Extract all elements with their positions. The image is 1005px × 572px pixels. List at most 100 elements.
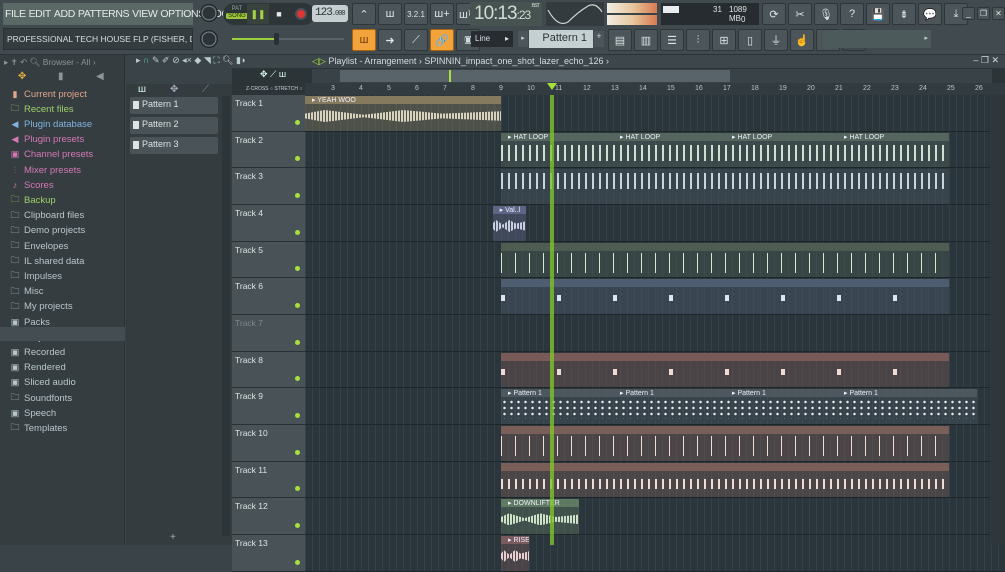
playlist-clip[interactable]: ▸ Pattern 1 xyxy=(725,389,837,425)
playlist-clip[interactable] xyxy=(501,242,949,278)
browser-files-icon[interactable]: ▮ xyxy=(58,71,64,82)
playlist-clip[interactable]: ▸ Pattern 1 xyxy=(837,389,977,425)
pattern-picker-icon[interactable]: ш xyxy=(138,84,146,95)
playlist-clip[interactable]: ▸ Pattern 1 xyxy=(501,389,613,425)
record-audio-button[interactable]: 🎙 xyxy=(814,3,838,25)
clip-header[interactable]: ▸ Val..l xyxy=(492,206,527,214)
track-mute-led[interactable] xyxy=(295,523,300,529)
track-mute-led[interactable] xyxy=(295,303,300,308)
track-header[interactable]: Track 1 xyxy=(232,95,305,132)
pattern-item[interactable]: Pattern 1 xyxy=(130,97,218,114)
track-lane[interactable]: ▸ Pattern 1 ▸ Pattern 1 ▸ Pattern 1 ▸ Patte… xyxy=(305,388,1005,426)
browser-item[interactable]: 🗀 My projects xyxy=(10,300,72,314)
metronome-button[interactable]: ⌃ xyxy=(352,3,376,25)
tempo-field[interactable]: 123.000 xyxy=(312,5,348,22)
plugin-manager-button[interactable]: ⏚ xyxy=(764,29,788,51)
playlist-clip[interactable]: ▸ YEAH WOO xyxy=(305,96,501,131)
add-pattern-button[interactable]: + xyxy=(594,31,604,47)
menu-file[interactable]: FILE xyxy=(5,8,26,20)
pattern-picker-audio-icon[interactable]: ✥ xyxy=(170,84,178,95)
piano-roll-button[interactable]: ▥ xyxy=(634,29,658,51)
timeline-ruler[interactable]: 3 4 5 6 7 8 9 10 11 12 13 14 15 16 17 18 19 20 21 22 23 24 25 2… xyxy=(305,83,1005,95)
track-mute-led[interactable] xyxy=(295,486,300,492)
clip-header[interactable]: ▸ HAT LOOP xyxy=(501,132,613,141)
track-mute-led[interactable] xyxy=(295,376,300,382)
slide-button[interactable]: ⟋ xyxy=(404,29,428,51)
clip-header[interactable] xyxy=(501,462,949,471)
playlist-clip[interactable] xyxy=(501,279,949,314)
pattern-item[interactable]: Pattern 2 xyxy=(130,117,218,134)
menu-options[interactable]: OPTIONS xyxy=(160,8,205,20)
track-header[interactable]: Track 13 xyxy=(232,535,305,572)
track-lane[interactable] xyxy=(305,315,1005,352)
channel-rack-button[interactable]: ☰ xyxy=(660,29,684,51)
browser-item[interactable]: 🗀 Clipboard files xyxy=(10,209,84,223)
track-mute-led[interactable] xyxy=(295,559,300,565)
browser-item[interactable]: ▣ Channel presets xyxy=(10,148,93,162)
clip-header[interactable]: ▸ Pattern 1 xyxy=(613,389,725,398)
step-edit-button[interactable]: ➜ xyxy=(378,29,402,51)
menu-add[interactable]: ADD xyxy=(54,8,75,20)
clip-header[interactable]: ▸ RISER xyxy=(501,536,529,545)
browser-item[interactable]: ▣ Speech xyxy=(10,406,57,420)
playlist-clip[interactable]: ▸ Pattern 1 xyxy=(613,389,725,425)
track-mute-led[interactable] xyxy=(295,229,300,235)
pattern-tool-icon[interactable]: ✥ ⟋ ш xyxy=(260,69,286,80)
playhead-marker[interactable] xyxy=(547,83,557,90)
touch-controller-button[interactable]: ☝ xyxy=(790,29,814,51)
save-button[interactable]: 💾 xyxy=(866,3,890,25)
link-button[interactable]: 🔗 xyxy=(430,29,454,51)
track-lane[interactable]: ▸ DOWNLIFTER xyxy=(305,498,1005,536)
playlist-window-controls[interactable]: ‒ ❐ ✕ xyxy=(973,55,999,66)
clip-header[interactable] xyxy=(501,352,949,361)
playlist-clip[interactable] xyxy=(501,462,949,498)
track-mute-led[interactable] xyxy=(295,156,300,162)
track-header[interactable]: Track 5 xyxy=(232,241,305,279)
track-lane[interactable] xyxy=(305,168,1005,205)
pattern-item[interactable]: Pattern 3 xyxy=(130,137,218,154)
playlist-clip[interactable]: ▸ DOWNLIFTER xyxy=(501,499,580,535)
mixer-button[interactable]: ⫶ xyxy=(686,29,710,51)
browser-item[interactable]: 🗀 Templates xyxy=(10,421,67,435)
track-lane[interactable] xyxy=(305,241,1005,279)
clip-header[interactable]: ▸ Pattern 1 xyxy=(725,389,837,398)
browser-item[interactable]: 🗀 Demo projects xyxy=(10,224,85,238)
playlist-tools[interactable]: ▸ ∩ ✎ ✐ ⊘ ◂× ◆ ◥ ⛶ 🔍︎ ▮◗ xyxy=(136,55,246,66)
browser-plugins-icon[interactable]: ◀ xyxy=(96,71,104,82)
menu-edit[interactable]: EDIT xyxy=(29,8,52,20)
browser-item[interactable]: 🗀 Recent files xyxy=(10,102,73,116)
track-header[interactable]: Track 10 xyxy=(232,425,305,462)
browser-item[interactable]: 🗀 IL shared data xyxy=(10,254,84,268)
track-mute-led[interactable] xyxy=(295,192,300,198)
playlist-clip[interactable]: ▸ RISER xyxy=(501,536,529,571)
project-info-button[interactable]: ▯ xyxy=(738,29,762,51)
browser-button[interactable]: ⊞ xyxy=(712,29,736,51)
help-button[interactable]: ? xyxy=(840,3,864,25)
playlist-clip[interactable]: ▸ HAT LOOP xyxy=(837,132,949,168)
blend-notes-button[interactable]: ш+ xyxy=(430,3,454,25)
playhead[interactable] xyxy=(550,95,554,545)
pattern-selector[interactable]: Pattern 1 xyxy=(529,30,593,48)
track-header[interactable]: Track 7 xyxy=(232,315,305,352)
track-mute-led[interactable] xyxy=(295,449,300,455)
record-button[interactable] xyxy=(290,4,312,24)
track-lane[interactable]: ▸ YEAH WOO xyxy=(305,95,1005,132)
track-mute-led[interactable] xyxy=(295,413,300,419)
browser-all-icon[interactable]: ✥ xyxy=(18,71,26,82)
track-header[interactable]: Track 3 xyxy=(232,168,305,205)
browser-item[interactable]: ◀ Plugin database xyxy=(10,117,93,131)
master-pitch-slider[interactable] xyxy=(232,33,344,45)
feedback-button[interactable]: 💬 xyxy=(918,3,942,25)
restore-button[interactable]: ❐ xyxy=(977,7,990,20)
clip-header[interactable] xyxy=(501,426,949,435)
track-lane[interactable]: ▸ Val..l xyxy=(305,205,1005,242)
cut-button[interactable]: ✂ xyxy=(788,3,812,25)
playlist-clip[interactable]: ▸ HAT LOOP xyxy=(501,132,613,168)
pattern-picker-automation-icon[interactable]: ⟋ xyxy=(202,84,209,95)
browser-item[interactable]: 🗀 Envelopes xyxy=(10,239,68,253)
pattern-prev-button[interactable]: ▸ xyxy=(518,31,528,47)
snap-options[interactable]: Z-CROSS ○ STRETCH ○ xyxy=(246,86,302,92)
pause-button[interactable]: ❚❚ xyxy=(247,4,269,24)
browser-item[interactable]: ⫶ Mixer presets xyxy=(10,163,81,177)
track-header[interactable]: Track 9 xyxy=(232,388,305,426)
